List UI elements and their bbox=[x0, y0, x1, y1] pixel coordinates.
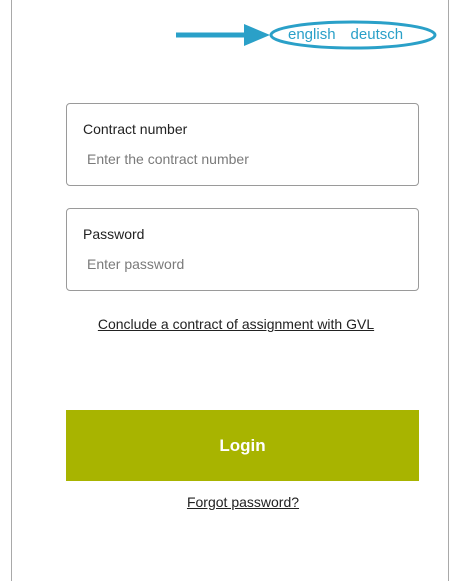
contract-number-field: Contract number bbox=[66, 103, 419, 186]
forgot-password-link[interactable]: Forgot password? bbox=[0, 494, 472, 510]
password-input[interactable] bbox=[83, 253, 403, 275]
conclude-contract-link[interactable]: Conclude a contract of assignment with G… bbox=[0, 316, 472, 332]
language-switch: english deutsch bbox=[288, 24, 403, 46]
password-label: Password bbox=[83, 226, 145, 242]
contract-number-input[interactable] bbox=[83, 148, 403, 170]
password-field: Password bbox=[66, 208, 419, 291]
contract-number-label: Contract number bbox=[83, 121, 188, 137]
language-english-link[interactable]: english bbox=[288, 24, 336, 46]
language-deutsch-link[interactable]: deutsch bbox=[351, 24, 404, 46]
login-button[interactable]: Login bbox=[66, 410, 419, 481]
